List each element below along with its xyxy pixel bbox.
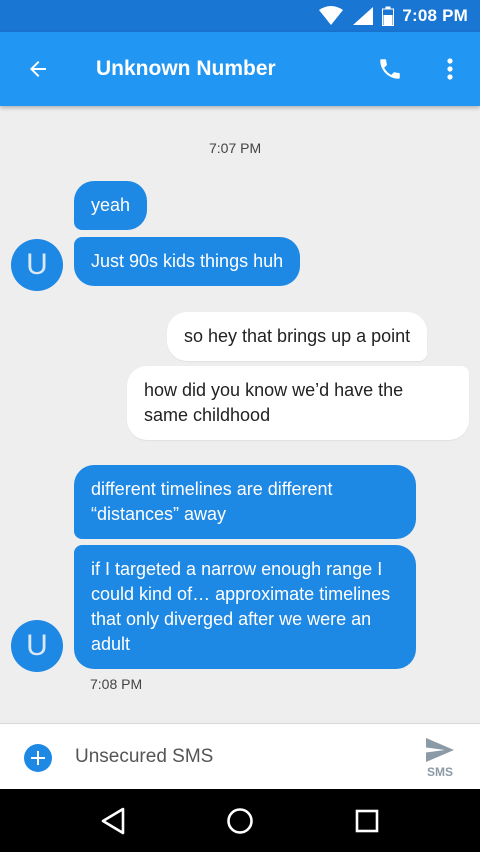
- status-bar: 7:08 PM: [0, 0, 480, 32]
- nav-home-button[interactable]: [210, 789, 270, 852]
- app-toolbar: Unknown Number: [0, 32, 480, 106]
- nav-recents-button[interactable]: [337, 789, 397, 852]
- contact-avatar[interactable]: U: [11, 620, 63, 672]
- message-outgoing[interactable]: so hey that brings up a point: [167, 312, 428, 361]
- send-icon: [426, 738, 454, 762]
- arrow-back-icon: [30, 61, 46, 77]
- conversation-title: Unknown Number: [96, 57, 276, 80]
- plus-icon: [31, 751, 45, 765]
- signal-icon: [352, 6, 374, 26]
- contact-avatar[interactable]: U: [11, 239, 63, 291]
- message-incoming[interactable]: if I targeted a narrow enough range I co…: [74, 545, 416, 669]
- attach-button[interactable]: [24, 744, 52, 772]
- send-button[interactable]: SMS: [412, 730, 468, 786]
- message-input[interactable]: [75, 743, 395, 771]
- overflow-menu-button[interactable]: [420, 32, 480, 106]
- message-incoming[interactable]: yeah: [74, 181, 148, 230]
- recents-square-icon: [355, 809, 378, 832]
- home-circle-icon: [227, 807, 253, 834]
- message-outgoing[interactable]: how did you know we’d have the same chil…: [127, 366, 469, 440]
- conversation-list: 7:07 PM yeah U Just 90s kids things huh …: [0, 106, 480, 723]
- status-time: 7:08 PM: [402, 6, 468, 25]
- phone-icon: [380, 59, 400, 79]
- nav-back-button[interactable]: [83, 789, 143, 852]
- more-vertical-icon: [447, 58, 453, 80]
- back-button[interactable]: [0, 32, 76, 106]
- compose-bar: SMS: [0, 723, 480, 789]
- back-triangle-icon: [102, 807, 125, 834]
- message-incoming[interactable]: Just 90s kids things huh: [74, 237, 301, 286]
- timestamp: 7:08 PM: [90, 676, 143, 692]
- battery-icon: [382, 6, 395, 26]
- wifi-icon: [318, 6, 344, 26]
- messaging-screen: 7:08 PM Unknown Number 7:07 PM yeah U Ju…: [0, 0, 480, 852]
- navigation-bar: [0, 789, 480, 852]
- send-type-label: SMS: [426, 765, 453, 779]
- call-button[interactable]: [360, 32, 420, 106]
- timestamp: 7:07 PM: [209, 140, 262, 156]
- message-incoming[interactable]: different timelines are different “dista…: [74, 465, 416, 539]
